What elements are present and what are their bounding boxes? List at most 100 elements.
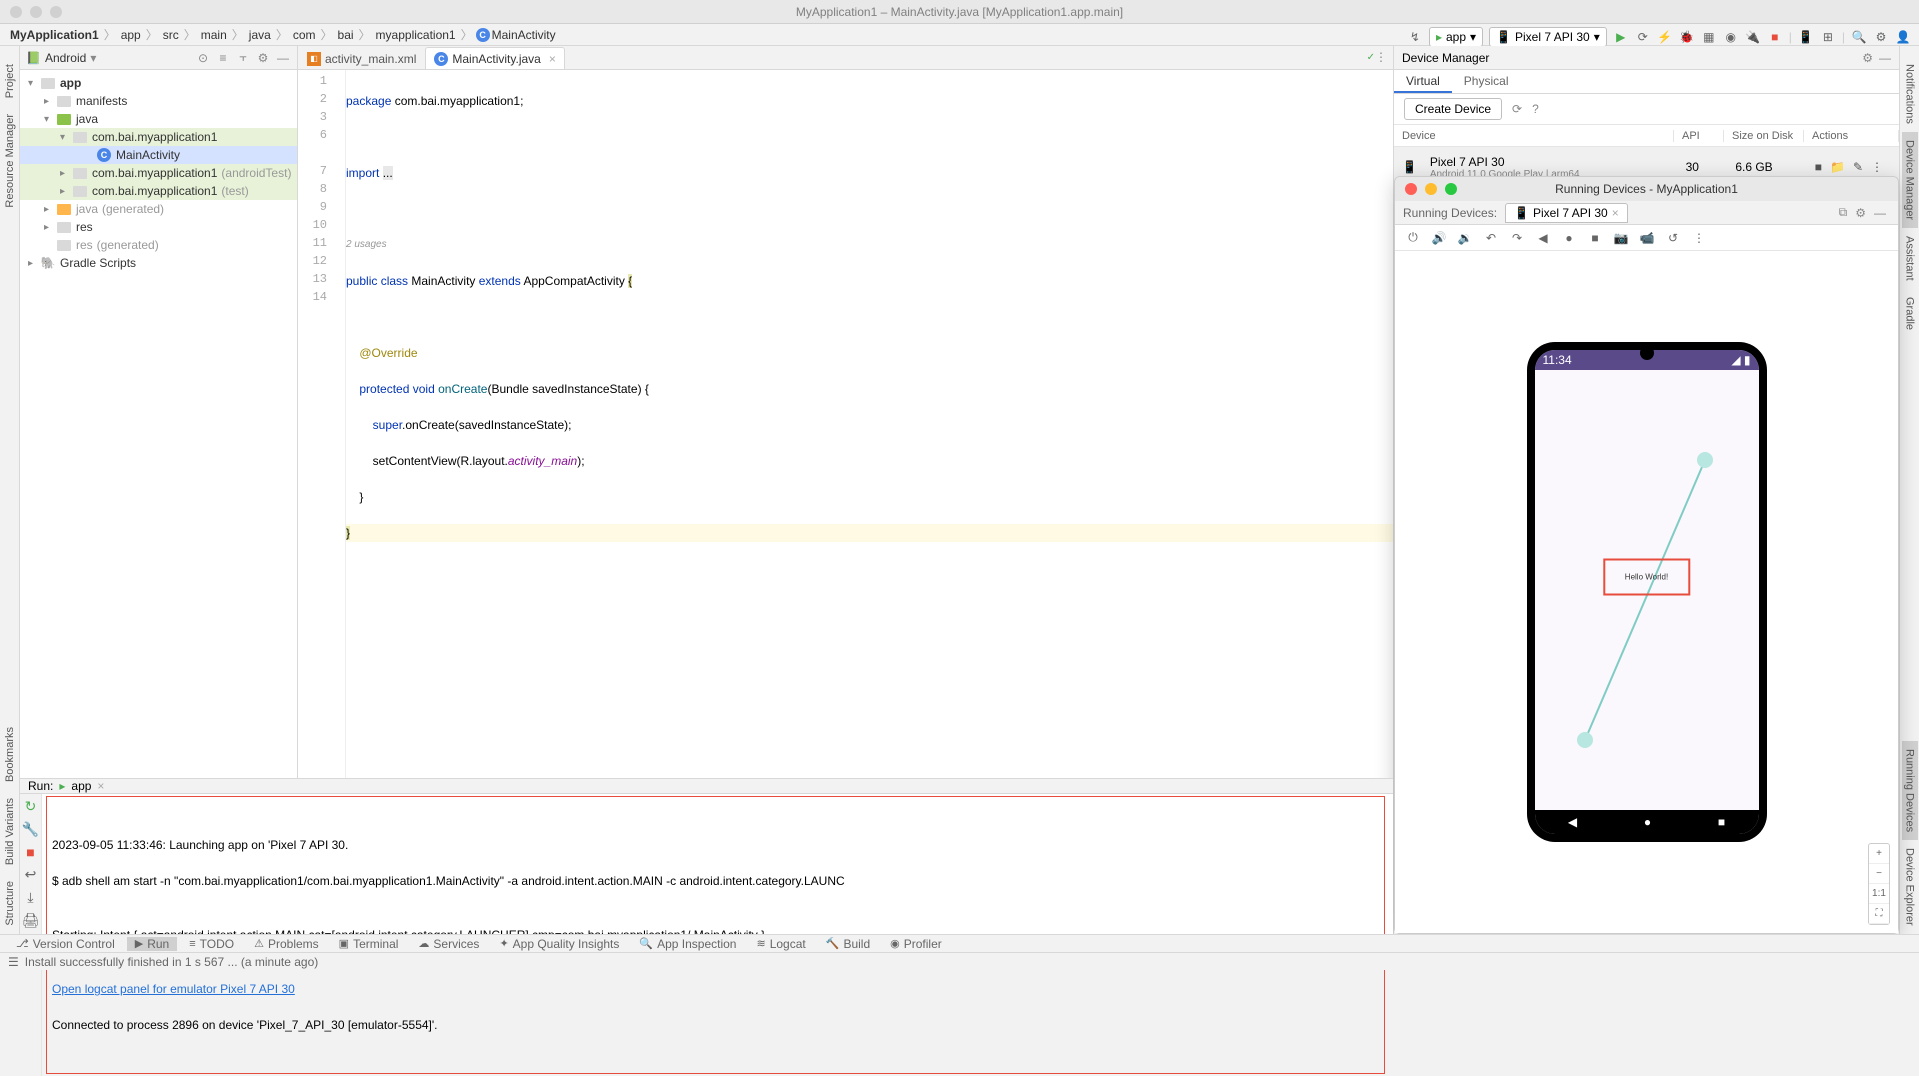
tab-assistant[interactable]: Assistant xyxy=(1902,228,1918,289)
tree-gradle[interactable]: ▸🐘Gradle Scripts xyxy=(20,254,297,272)
zoom-out-icon[interactable]: − xyxy=(1869,864,1889,884)
back-icon[interactable]: ◀ xyxy=(1535,231,1551,245)
snapshot-icon[interactable]: ↺ xyxy=(1665,231,1681,245)
crumb-bai[interactable]: bai xyxy=(336,28,356,42)
volume-down-icon[interactable]: 🔉 xyxy=(1457,231,1473,245)
tab-activity-main-xml[interactable]: ◧activity_main.xml xyxy=(298,47,425,69)
hide-icon[interactable]: — xyxy=(275,50,291,66)
crumb-java[interactable]: java xyxy=(247,28,273,42)
device-combo[interactable]: 📱Pixel 7 API 30▾ xyxy=(1489,27,1607,47)
stop-icon[interactable]: ■ xyxy=(26,844,34,860)
zoom-in-icon[interactable]: + xyxy=(1869,844,1889,864)
gear-icon[interactable]: ⚙ xyxy=(1862,51,1873,65)
sdk-icon[interactable]: ⊞ xyxy=(1820,29,1836,45)
project-tree[interactable]: ▾app ▸manifests ▾java ▾com.bai.myapplica… xyxy=(20,70,297,276)
gear-icon[interactable]: ⚙ xyxy=(255,50,271,66)
tab-build-variants[interactable]: Build Variants xyxy=(2,790,18,873)
minimize-light[interactable] xyxy=(30,6,42,18)
tab-logcat[interactable]: ≋ Logcat xyxy=(748,937,813,951)
zoom-light[interactable] xyxy=(50,6,62,18)
power-icon[interactable]: ⏻ xyxy=(1405,230,1421,245)
tab-structure[interactable]: Structure xyxy=(2,873,18,934)
select-opened-icon[interactable]: ⊙ xyxy=(195,50,211,66)
logcat-link[interactable]: Open logcat panel for emulator Pixel 7 A… xyxy=(52,982,295,996)
tree-main-activity[interactable]: CMainActivity xyxy=(20,146,297,164)
gear-icon[interactable]: ⚙ xyxy=(1855,206,1866,220)
apply-changes-icon[interactable]: ⟳ xyxy=(1635,29,1651,45)
hide-icon[interactable]: — xyxy=(1874,206,1886,220)
col-actions[interactable]: Actions xyxy=(1804,130,1899,142)
tree-pkg-androidtest[interactable]: ▸com.bai.myapplication1(androidTest) xyxy=(20,164,297,182)
project-view-label[interactable]: Android xyxy=(45,51,86,65)
tab-profiler[interactable]: ◉ Profiler xyxy=(882,937,950,951)
hide-icon[interactable]: — xyxy=(1879,51,1891,65)
nav-back-icon[interactable]: ◀ xyxy=(1568,815,1577,829)
tab-bookmarks[interactable]: Bookmarks xyxy=(2,719,18,790)
help-icon[interactable]: ? xyxy=(1532,102,1539,116)
avd-icon[interactable]: 📱 xyxy=(1798,29,1814,45)
emu-close-light[interactable] xyxy=(1405,183,1417,195)
tree-res[interactable]: ▸res xyxy=(20,218,297,236)
tree-java-gen[interactable]: ▸java(generated) xyxy=(20,200,297,218)
editor-more-icon[interactable]: ⋮ xyxy=(1375,50,1387,64)
screenshot-icon[interactable]: 📷 xyxy=(1613,231,1629,245)
nav-overview-icon[interactable]: ■ xyxy=(1718,815,1725,829)
tree-pkg-test[interactable]: ▸com.bai.myapplication1(test) xyxy=(20,182,297,200)
tab-resource-manager[interactable]: Resource Manager xyxy=(2,106,18,216)
tab-version-control[interactable]: ⎇ Version Control xyxy=(8,937,123,951)
crumb-com[interactable]: com xyxy=(291,28,318,42)
create-device-button[interactable]: Create Device xyxy=(1404,98,1502,120)
tab-run[interactable]: ▶ Run xyxy=(127,937,177,951)
rotate-right-icon[interactable]: ↷ xyxy=(1509,231,1525,245)
tree-res-gen[interactable]: res(generated) xyxy=(20,236,297,254)
debug-icon[interactable]: 🐞 xyxy=(1679,29,1695,45)
wrench-icon[interactable]: 🔧 xyxy=(22,821,39,838)
tree-java[interactable]: ▾java xyxy=(20,110,297,128)
tree-app[interactable]: ▾app xyxy=(20,74,297,92)
search-icon[interactable]: 🔍 xyxy=(1851,29,1867,45)
volume-up-icon[interactable]: 🔊 xyxy=(1431,231,1447,245)
tab-app-inspection[interactable]: 🔍 App Inspection xyxy=(631,937,744,951)
crumb-src[interactable]: src xyxy=(161,28,181,42)
close-light[interactable] xyxy=(10,6,22,18)
col-size[interactable]: Size on Disk xyxy=(1724,130,1804,142)
record-icon[interactable]: 📹 xyxy=(1639,231,1655,245)
profile-icon[interactable]: ◉ xyxy=(1723,29,1739,45)
tab-physical[interactable]: Physical xyxy=(1452,70,1521,93)
more-icon[interactable]: ⋮ xyxy=(1871,160,1883,174)
soft-wrap-icon[interactable]: ↩ xyxy=(25,866,37,883)
collapse-all-icon[interactable]: ⫟ xyxy=(235,50,251,66)
emulator-device-tab[interactable]: 📱Pixel 7 API 30× xyxy=(1505,203,1628,223)
coverage-icon[interactable]: ▦ xyxy=(1701,29,1717,45)
stop-icon[interactable]: ■ xyxy=(1767,29,1783,45)
edit-device-icon[interactable]: ✎ xyxy=(1853,160,1863,174)
tab-notifications[interactable]: Notifications xyxy=(1902,56,1918,132)
zoom-fit-screen-icon[interactable]: ⛶ xyxy=(1869,904,1889,924)
tab-device-explorer[interactable]: Device Explorer xyxy=(1902,840,1918,934)
tab-gradle[interactable]: Gradle xyxy=(1902,289,1918,338)
emulator-canvas[interactable]: 11:34 ◢ ▮ Hello World! ◀ ● ■ + xyxy=(1395,251,1898,933)
tab-project[interactable]: Project xyxy=(2,56,18,106)
tab-app-quality[interactable]: ✦ App Quality Insights xyxy=(491,937,627,951)
tab-main-activity-java[interactable]: CMainActivity.java× xyxy=(425,47,565,69)
scroll-end-icon[interactable]: ⤓ xyxy=(27,889,33,906)
crumb-class[interactable]: MainActivity xyxy=(490,28,558,42)
tab-build[interactable]: 🔨 Build xyxy=(818,937,878,951)
print-icon[interactable]: 🖨 xyxy=(22,912,40,929)
status-icon[interactable]: ☰ xyxy=(8,955,19,969)
emu-min-light[interactable] xyxy=(1425,183,1437,195)
tab-device-manager[interactable]: Device Manager xyxy=(1902,132,1918,228)
phone-screen[interactable]: 11:34 ◢ ▮ Hello World! ◀ ● ■ xyxy=(1535,350,1759,834)
extended-icon[interactable]: ⋮ xyxy=(1691,231,1707,245)
run-config-combo[interactable]: ▸app▾ xyxy=(1429,27,1483,47)
rerun-icon[interactable]: ↻ xyxy=(25,798,37,815)
col-device[interactable]: Device xyxy=(1394,130,1674,142)
close-tab-icon[interactable]: × xyxy=(549,52,556,66)
crumb-app[interactable]: app xyxy=(119,28,143,42)
crumb-project[interactable]: MyApplication1 xyxy=(8,28,101,42)
refresh-icon[interactable]: ⟳ xyxy=(1512,102,1522,116)
run-icon[interactable]: ▶ xyxy=(1613,29,1629,45)
tab-problems[interactable]: ⚠ Problems xyxy=(246,937,327,951)
tab-services[interactable]: ☁ Services xyxy=(410,937,487,951)
crumb-main[interactable]: main xyxy=(199,28,229,42)
